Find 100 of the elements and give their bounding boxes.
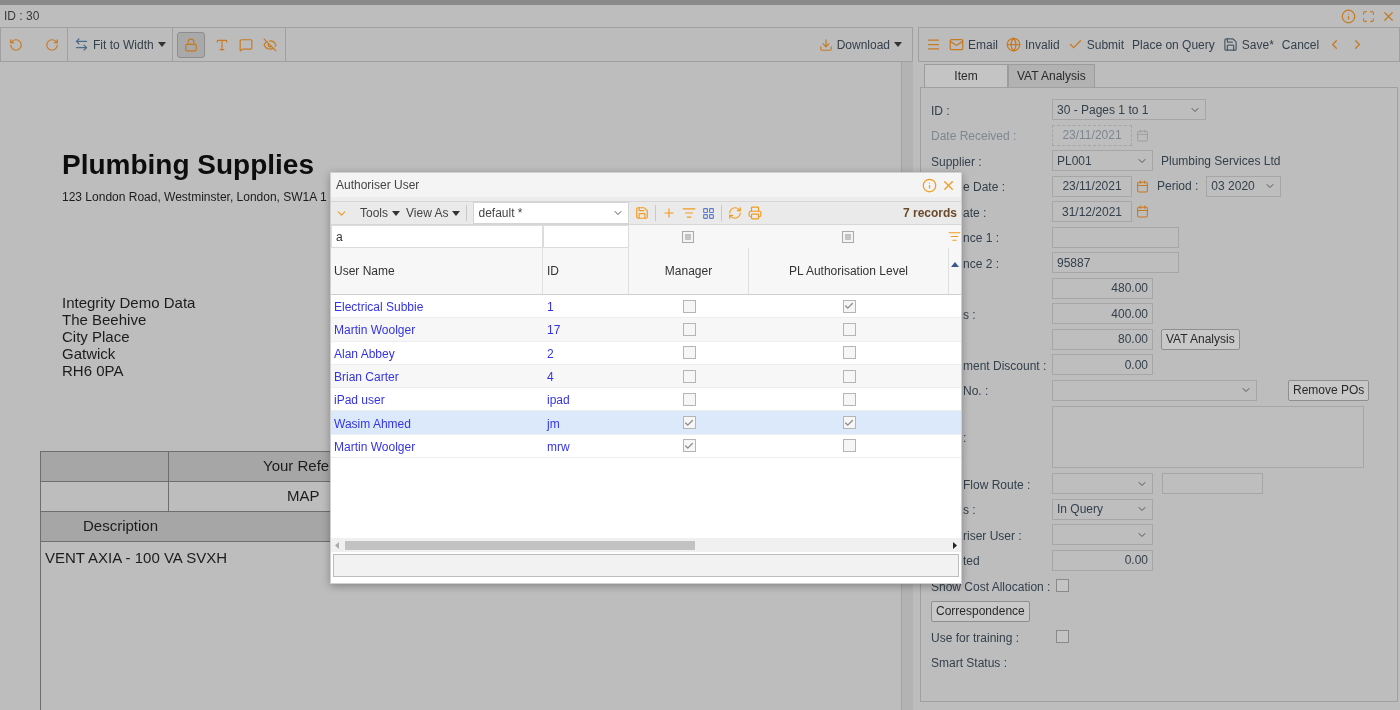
user-name-link[interactable]: Martin Woolger — [334, 323, 416, 338]
form-button[interactable]: Remove POs — [1288, 379, 1370, 401]
scroll-left-icon[interactable] — [335, 541, 339, 549]
form-button[interactable]: VAT Analysis — [1161, 328, 1240, 350]
print-icon[interactable] — [748, 206, 763, 220]
toolbar-button[interactable]: Cancel — [1278, 32, 1323, 57]
correspondence-button[interactable]: Correspondence — [931, 600, 1030, 622]
user-name-link[interactable]: Alan Abbey — [334, 346, 395, 361]
checkbox[interactable] — [682, 322, 696, 336]
user-id-link[interactable]: mrw — [547, 439, 570, 454]
select-field[interactable]: 30 - Pages 1 to 1 — [1052, 99, 1206, 121]
column-header[interactable]: User Name — [331, 248, 543, 294]
table-row[interactable]: iPad user ipad — [331, 388, 961, 412]
user-name-link[interactable]: Wasim Ahmed — [334, 416, 411, 431]
checkbox[interactable] — [1056, 579, 1069, 593]
filter-field[interactable] — [542, 225, 629, 248]
checkbox[interactable] — [842, 369, 856, 383]
date-field[interactable]: 23/11/2021 — [1052, 175, 1132, 197]
user-id-link[interactable]: 17 — [547, 323, 561, 338]
table-row[interactable]: Alan Abbey 2 — [331, 341, 961, 365]
number-field[interactable]: 0.00 — [1052, 354, 1153, 376]
fit-width-dropdown[interactable]: Fit to Width — [74, 35, 166, 54]
checkbox[interactable] — [842, 416, 856, 430]
scroll-right-icon[interactable] — [953, 541, 957, 549]
toolbar-button[interactable]: Save* — [1219, 32, 1277, 57]
info-icon[interactable] — [1341, 8, 1356, 24]
checkbox[interactable] — [682, 392, 696, 406]
text-area[interactable] — [1052, 406, 1364, 468]
calendar-icon[interactable] — [1136, 128, 1149, 142]
user-name-link[interactable]: Electrical Subbie — [334, 300, 424, 315]
number-field[interactable]: 0.00 — [1052, 549, 1153, 571]
select-field[interactable] — [1052, 473, 1153, 495]
rotate-left-icon[interactable] — [9, 37, 23, 52]
checkbox[interactable] — [842, 392, 856, 406]
user-name-link[interactable]: Brian Carter — [334, 370, 399, 385]
sort-up-icon[interactable] — [951, 262, 959, 267]
checkbox[interactable] — [682, 369, 696, 383]
horizontal-scrollbar[interactable] — [331, 538, 961, 552]
tab[interactable]: VAT Analysis — [1008, 64, 1095, 87]
user-id-link[interactable]: 4 — [547, 370, 554, 385]
columns-icon[interactable] — [702, 206, 716, 220]
user-id-link[interactable]: 2 — [547, 346, 554, 361]
number-field[interactable]: 400.00 — [1052, 303, 1153, 325]
comment-icon[interactable] — [238, 37, 253, 52]
lock-button[interactable] — [176, 31, 205, 58]
info-icon[interactable] — [922, 177, 937, 193]
text-field[interactable] — [1162, 473, 1263, 495]
filter-icon[interactable] — [948, 230, 961, 243]
text-size-icon[interactable] — [214, 37, 229, 52]
select-field[interactable]: 03 2020 — [1206, 175, 1282, 197]
table-row[interactable]: Martin Woolger mrw — [331, 434, 961, 459]
toolbar-button[interactable]: Place on Query — [1129, 32, 1218, 57]
checkbox[interactable] — [842, 439, 856, 453]
table-row[interactable]: Electrical Subbie 1 — [331, 295, 961, 319]
number-field[interactable]: 480.00 — [1052, 277, 1153, 299]
table-row[interactable]: Martin Woolger 17 — [331, 318, 961, 342]
checkbox[interactable] — [842, 346, 856, 360]
table-row[interactable]: Brian Carter 4 — [331, 364, 961, 389]
expand-icon[interactable] — [1362, 9, 1375, 23]
filter-checkbox[interactable] — [682, 230, 695, 243]
table-row[interactable]: Wasim Ahmed jm — [331, 411, 961, 435]
checkbox[interactable] — [842, 322, 856, 336]
save-icon[interactable] — [635, 206, 650, 220]
checkbox[interactable] — [682, 416, 696, 430]
user-id-link[interactable]: 1 — [547, 300, 554, 315]
toolbar-button[interactable]: Submit — [1064, 32, 1128, 57]
checkbox[interactable] — [682, 439, 696, 453]
select-field[interactable]: PL001 — [1052, 150, 1153, 172]
plus-icon[interactable] — [662, 206, 677, 220]
checkbox[interactable] — [842, 299, 856, 313]
tab[interactable]: Item — [924, 64, 1008, 87]
date-field[interactable]: 31/12/2021 — [1052, 201, 1132, 223]
checkbox[interactable] — [682, 299, 696, 313]
column-header[interactable]: ID — [543, 248, 629, 294]
calendar-icon[interactable] — [1136, 205, 1149, 219]
select-field[interactable] — [1052, 524, 1153, 546]
calendar-icon[interactable] — [1136, 179, 1149, 193]
text-field[interactable] — [1052, 226, 1179, 248]
text-field[interactable]: 95887 — [1052, 252, 1179, 274]
user-name-link[interactable]: Martin Woolger — [334, 439, 416, 454]
filter-field[interactable]: a — [331, 225, 543, 248]
select-field[interactable]: In Query — [1052, 498, 1153, 520]
user-id-link[interactable]: jm — [547, 416, 560, 431]
rotate-right-icon[interactable] — [45, 37, 59, 52]
user-name-link[interactable]: iPad user — [334, 393, 385, 408]
refresh-icon[interactable] — [728, 206, 743, 220]
number-field[interactable]: 80.00 — [1052, 328, 1153, 350]
checkbox[interactable] — [1056, 630, 1069, 644]
filter-icon[interactable] — [682, 206, 697, 220]
user-id-link[interactable]: ipad — [547, 393, 570, 408]
toolbar-button[interactable]: Invalid — [1003, 32, 1063, 57]
eye-off-icon[interactable] — [262, 37, 277, 52]
select-field[interactable] — [1052, 379, 1257, 401]
download-dropdown[interactable]: Download — [818, 35, 912, 54]
filter-checkbox[interactable] — [842, 230, 855, 243]
checkbox[interactable] — [682, 346, 696, 360]
column-header[interactable]: PL Authorisation Level — [749, 248, 949, 294]
view-select[interactable]: default * — [473, 202, 630, 224]
view-as-menu[interactable]: View As — [406, 204, 461, 222]
toolbar-button[interactable]: Email — [946, 32, 1001, 57]
